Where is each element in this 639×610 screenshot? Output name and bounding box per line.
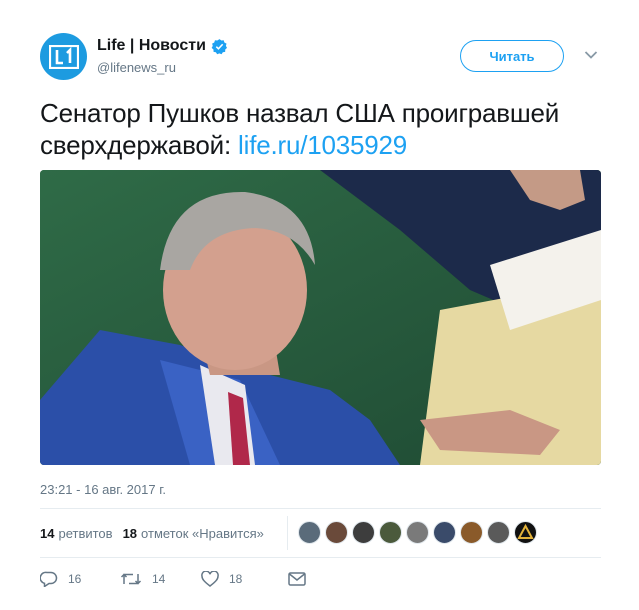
photo-image	[40, 170, 601, 465]
author-name-row: Life | Новости	[97, 37, 228, 55]
retweet-icon	[120, 573, 142, 585]
liker-avatar[interactable]	[460, 521, 483, 544]
tweet-photo[interactable]	[40, 170, 601, 465]
likers-avatars	[298, 521, 541, 544]
likes-count: 18	[122, 526, 138, 541]
liker-avatar[interactable]	[298, 521, 321, 544]
stats-divider	[287, 516, 288, 550]
chevron-down-icon[interactable]	[584, 50, 598, 60]
envelope-icon	[288, 572, 306, 586]
liker-avatar[interactable]	[325, 521, 348, 544]
reply-action[interactable]: 16	[40, 571, 120, 587]
liker-avatar[interactable]	[514, 521, 537, 544]
like-action[interactable]: 18	[201, 571, 288, 587]
retweet-action[interactable]: 14	[120, 571, 201, 587]
tweet-card: Life | Новости @lifenews_ru Читать Сенат…	[0, 0, 639, 610]
tweet-text: Сенатор Пушков назвал США проигравшей св…	[40, 97, 610, 161]
author-handle[interactable]: @lifenews_ru	[97, 60, 176, 75]
verified-badge-icon	[211, 38, 227, 54]
liker-avatar[interactable]	[487, 521, 510, 544]
liker-avatar[interactable]	[406, 521, 429, 544]
retweet-count: 14	[152, 572, 166, 586]
like-count: 18	[229, 572, 243, 586]
triangle-logo-icon	[517, 523, 534, 539]
likes-label: отметок «Нравится»	[141, 526, 264, 541]
tweet-actions: 16 14 18	[40, 571, 306, 587]
retweets-count: 14	[40, 526, 55, 541]
engagement-stats: 14 ретвитов 18 отметок «Нравится»	[40, 526, 264, 541]
retweets-label: ретвитов	[58, 526, 113, 541]
reply-count: 16	[68, 572, 82, 586]
liker-avatar[interactable]	[433, 521, 456, 544]
author-avatar[interactable]	[40, 33, 87, 80]
retweets-stat[interactable]: 14 ретвитов	[40, 526, 113, 541]
reply-icon	[40, 571, 58, 587]
liker-avatar[interactable]	[352, 521, 375, 544]
divider	[40, 508, 601, 509]
heart-icon	[201, 571, 219, 587]
tweet-link[interactable]: life.ru/1035929	[238, 130, 407, 160]
tweet-timestamp[interactable]: 23:21 - 16 авг. 2017 г.	[40, 482, 166, 497]
divider	[40, 557, 601, 558]
direct-message-action[interactable]	[288, 572, 306, 586]
author-name[interactable]: Life | Новости	[97, 37, 206, 55]
likes-stat[interactable]: 18 отметок «Нравится»	[123, 526, 264, 541]
life-logo-icon	[48, 44, 79, 69]
liker-avatar[interactable]	[379, 521, 402, 544]
follow-button[interactable]: Читать	[460, 40, 564, 72]
